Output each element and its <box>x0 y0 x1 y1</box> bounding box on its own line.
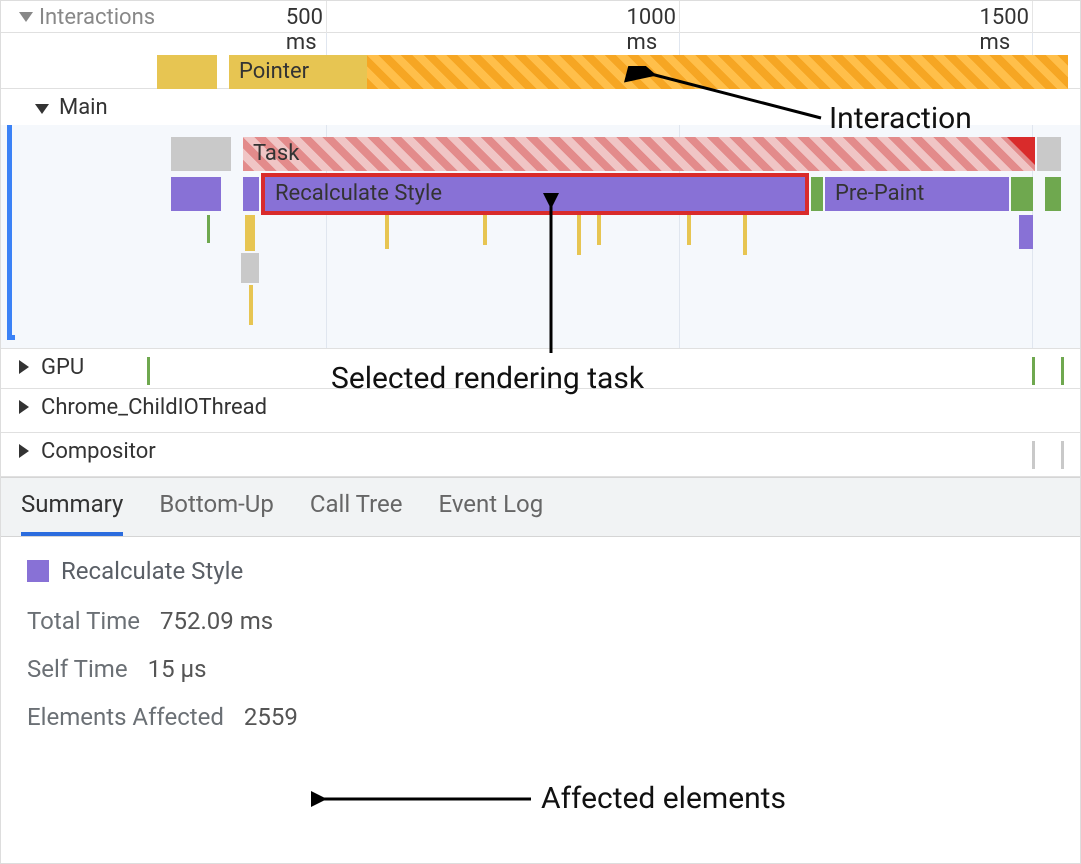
flame-tick <box>687 215 691 245</box>
flame-tick <box>577 215 581 255</box>
summary-title-row: Recalculate Style <box>27 557 1054 585</box>
gpu-track-label: GPU <box>41 355 84 380</box>
flame-segment-purple-2[interactable] <box>243 177 259 211</box>
tab-event-log[interactable]: Event Log <box>438 490 543 526</box>
flame-tick <box>483 215 487 245</box>
summary-panel: Recalculate Style Total Time 752.09 ms S… <box>1 535 1080 773</box>
detail-tabs: Summary Bottom-Up Call Tree Event Log <box>1 477 1080 537</box>
flame-segment-gray[interactable] <box>171 137 231 171</box>
summary-total-time-value: 752.09 ms <box>160 607 273 635</box>
summary-self-time-value: 15 µs <box>148 655 207 683</box>
flame-tick <box>241 253 259 283</box>
arrow-icon <box>311 781 541 821</box>
flame-tick <box>207 215 210 243</box>
recalculate-style-bar[interactable]: Recalculate Style <box>261 173 809 215</box>
gpu-tick <box>1032 357 1035 385</box>
task-bar-label: Task <box>243 137 1035 170</box>
interaction-pointer-bar[interactable]: Pointer <box>229 55 367 89</box>
childio-track-row[interactable]: Chrome_ChildIOThread <box>1 389 1080 433</box>
flame-tick <box>743 215 747 255</box>
gpu-track-row[interactable]: GPU <box>1 349 1080 389</box>
chevron-right-icon <box>19 355 37 380</box>
gpu-tick <box>147 357 150 385</box>
chevron-down-icon <box>19 10 39 26</box>
chevron-right-icon <box>19 439 37 464</box>
flame-segment-gray-2[interactable] <box>1037 137 1061 171</box>
long-task-warning-icon <box>1007 137 1035 165</box>
chevron-down-icon <box>35 95 55 120</box>
flame-segment-purple[interactable] <box>171 177 221 211</box>
main-track-label: Main <box>59 95 108 120</box>
flame-segment-green-2[interactable] <box>1011 177 1033 211</box>
chevron-right-icon <box>19 395 37 420</box>
summary-elements-value: 2559 <box>244 703 298 731</box>
gpu-tick <box>1061 357 1064 385</box>
main-track-header[interactable]: Main <box>17 93 116 122</box>
flame-segment-green[interactable] <box>811 177 823 211</box>
pre-paint-label: Pre-Paint <box>825 177 1009 210</box>
childio-track-header[interactable]: Chrome_ChildIOThread <box>1 389 1080 422</box>
childio-track-label: Chrome_ChildIOThread <box>41 395 267 420</box>
interaction-pointer-pending[interactable] <box>367 55 1068 89</box>
task-bar[interactable]: Task <box>243 137 1035 171</box>
summary-elements-label: Elements Affected <box>27 703 224 731</box>
compositor-track-header[interactable]: Compositor <box>1 433 1080 466</box>
timeline-ruler: Interactions 500 ms 1000 ms 1500 ms <box>1 1 1080 33</box>
tab-bottom-up[interactable]: Bottom-Up <box>159 490 274 526</box>
compositor-track-row[interactable]: Compositor <box>1 433 1080 477</box>
color-swatch-icon <box>27 560 49 582</box>
summary-total-time-label: Total Time <box>27 607 140 635</box>
main-track: Main Task Recalculate Style Pre-Paint <box>1 89 1080 349</box>
annotation-affected: Affected elements <box>541 781 786 816</box>
interactions-track-header[interactable]: Interactions <box>19 5 155 30</box>
pre-paint-bar[interactable]: Pre-Paint <box>825 177 1009 211</box>
flame-segment-green-3[interactable] <box>1045 177 1061 211</box>
flame-tick <box>597 215 601 245</box>
flame-tick <box>249 285 253 325</box>
compositor-track-label: Compositor <box>41 439 156 464</box>
gpu-track-header[interactable]: GPU <box>1 349 1080 382</box>
flame-tick <box>385 215 389 249</box>
recalculate-style-label: Recalculate Style <box>265 177 805 210</box>
tab-summary[interactable]: Summary <box>21 490 123 536</box>
interaction-prelude-bar[interactable] <box>157 55 217 89</box>
summary-task-name: Recalculate Style <box>61 557 243 585</box>
compositor-tick <box>1061 441 1064 469</box>
selection-bracket-icon <box>7 89 15 340</box>
interactions-track-label: Interactions <box>39 5 155 30</box>
flame-tick <box>245 215 255 251</box>
summary-self-time-label: Self Time <box>27 655 128 683</box>
flame-segment-purple-3[interactable] <box>1019 215 1033 249</box>
tab-call-tree[interactable]: Call Tree <box>310 490 403 526</box>
compositor-tick <box>1032 441 1035 469</box>
interaction-pointer-label: Pointer <box>229 55 367 88</box>
